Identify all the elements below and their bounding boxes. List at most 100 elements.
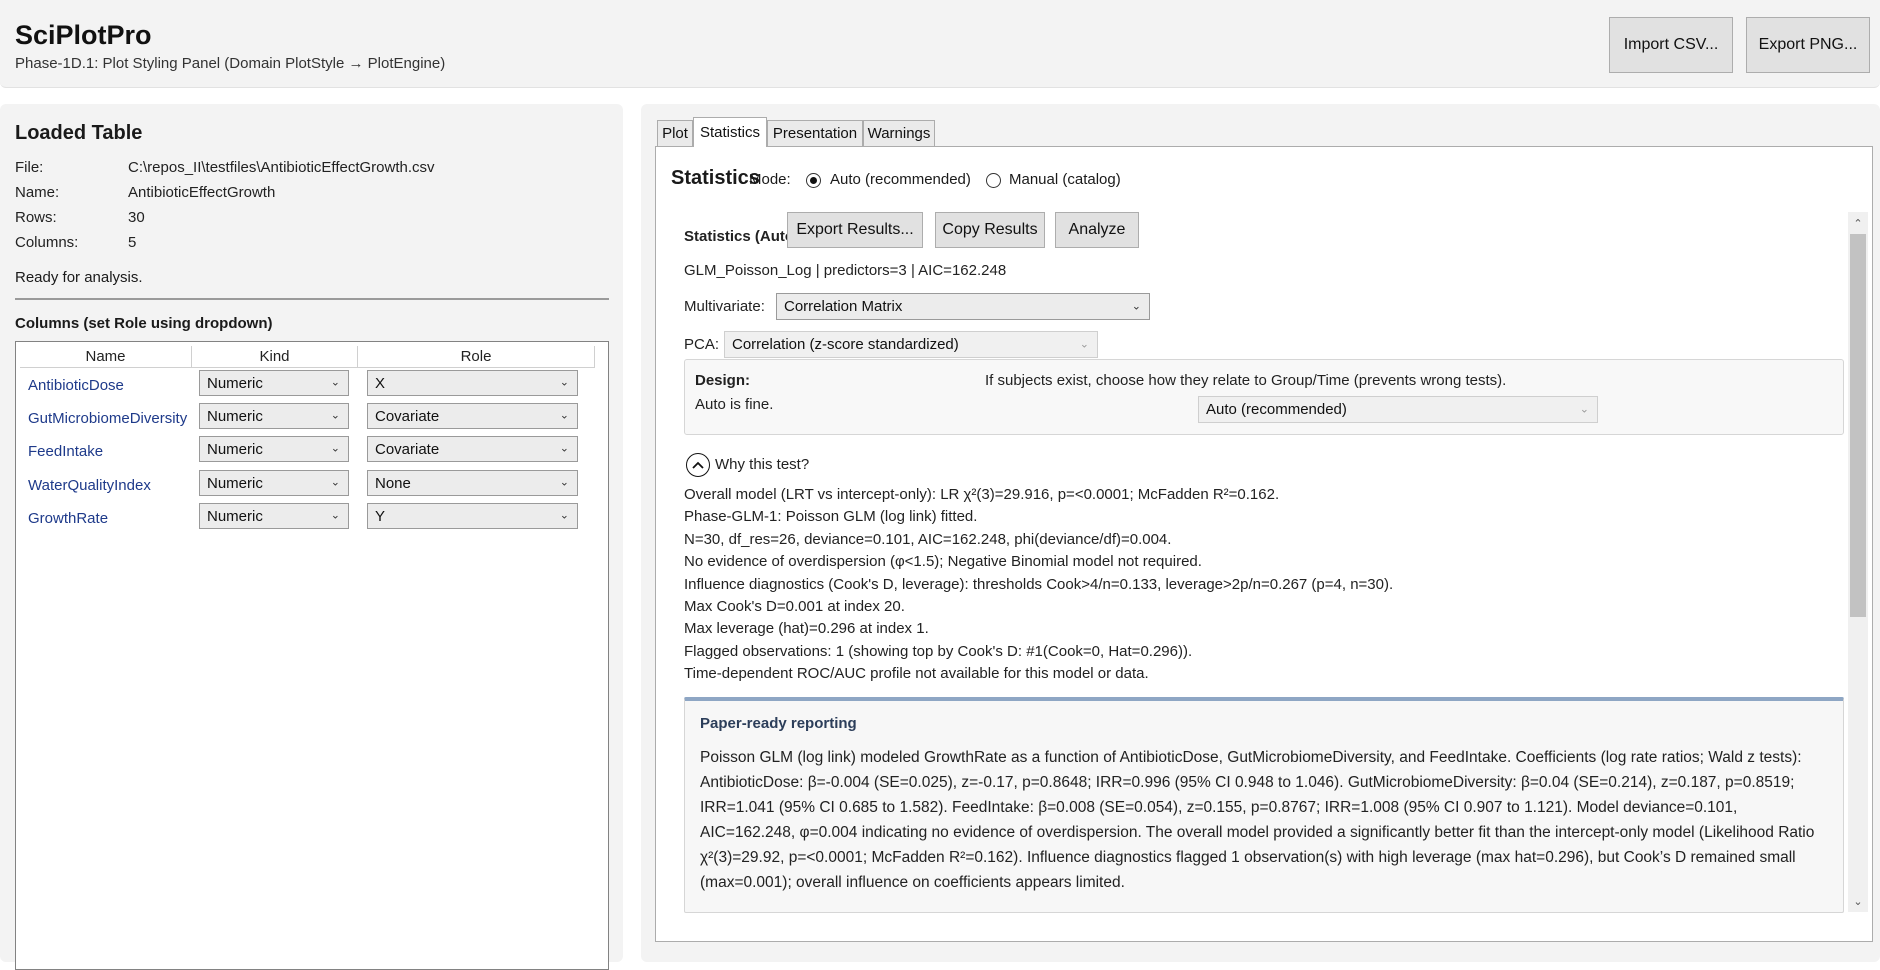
role-value: Y (375, 507, 386, 525)
columns-section-title: Columns (set Role using dropdown) (15, 315, 273, 332)
chevron-down-icon: ⌄ (1579, 402, 1589, 415)
loaded-table-panel: Loaded Table File: C:\repos_II\testfiles… (0, 104, 623, 970)
column-name-cell: FeedIntake (28, 443, 104, 460)
why-line: Phase-GLM-1: Poisson GLM (log link) fitt… (684, 508, 978, 525)
chevron-down-icon: ⌄ (559, 442, 569, 455)
column-name-cell: AntibioticDose (28, 377, 124, 394)
export-results-button[interactable]: Export Results... (787, 212, 923, 248)
statistics-scroll-area: Statistics (Auto) Export Results... Copy… (684, 212, 1844, 932)
chevron-down-icon: ⌄ (559, 476, 569, 489)
file-label: File: (15, 159, 44, 176)
paper-ready-reporting: Paper-ready reporting Poisson GLM (log l… (684, 697, 1844, 913)
role-dropdown[interactable]: Y ⌄ (367, 503, 578, 529)
columns-grid: Name Kind Role AntibioticDose Numeric ⌄ … (15, 341, 609, 970)
paper-ready-title: Paper-ready reporting (700, 715, 857, 732)
analyze-button[interactable]: Analyze (1055, 212, 1139, 248)
why-line: Flagged observations: 1 (showing top by … (684, 643, 1193, 660)
tab-presentation[interactable]: Presentation (767, 120, 863, 146)
mode-manual-radio[interactable] (986, 173, 1001, 188)
name-value: AntibioticEffectGrowth (128, 184, 276, 201)
role-dropdown[interactable]: Covariate ⌄ (367, 403, 578, 429)
column-header-name[interactable]: Name (20, 346, 192, 368)
chevron-down-icon: ⌄ (559, 409, 569, 422)
design-note: Auto is fine. (695, 396, 774, 413)
column-header-kind[interactable]: Kind (192, 346, 358, 368)
kind-value: Numeric (207, 407, 263, 425)
multivariate-label: Multivariate: (684, 298, 765, 315)
chevron-up-icon (692, 461, 704, 469)
kind-value: Numeric (207, 507, 263, 525)
role-value: Covariate (375, 440, 440, 458)
kind-value: Numeric (207, 474, 263, 492)
kind-dropdown[interactable]: Numeric ⌄ (199, 403, 349, 429)
why-line: Overall model (LRT vs intercept-only): L… (684, 486, 1280, 503)
name-label: Name: (15, 184, 60, 201)
pca-dropdown[interactable]: Correlation (z-score standardized) ⌄ (724, 331, 1098, 358)
analysis-panel: Plot Statistics Presentation Warnings St… (641, 104, 1880, 962)
scroll-up-arrow-icon[interactable]: ⌃ (1848, 214, 1868, 232)
chevron-down-icon: ⌄ (330, 509, 340, 522)
role-value: Covariate (375, 407, 440, 425)
chevron-up-circle-icon[interactable] (686, 453, 710, 477)
kind-dropdown[interactable]: Numeric ⌄ (199, 503, 349, 529)
columns-value: 5 (128, 234, 137, 251)
mode-manual-label[interactable]: Manual (catalog) (1009, 171, 1121, 188)
role-dropdown[interactable]: X ⌄ (367, 370, 578, 396)
statistics-title: Statistics (671, 167, 760, 189)
why-line: Max leverage (hat)=0.296 at index 1. (684, 620, 929, 637)
role-dropdown[interactable]: None ⌄ (367, 470, 578, 496)
pca-value: Correlation (z-score standardized) (732, 336, 959, 353)
kind-value: Numeric (207, 440, 263, 458)
file-value: C:\repos_II\testfiles\AntibioticEffectGr… (128, 159, 435, 176)
mode-label: Mode: (749, 171, 791, 188)
column-name-cell: GutMicrobiomeDiversity (28, 410, 188, 427)
role-dropdown[interactable]: Covariate ⌄ (367, 436, 578, 462)
chevron-down-icon: ⌄ (1131, 299, 1141, 312)
mode-auto-label[interactable]: Auto (recommended) (830, 171, 971, 188)
why-line: Time-dependent ROC/AUC profile not avail… (684, 665, 1149, 682)
design-hint: If subjects exist, choose how they relat… (985, 372, 1507, 389)
scrollbar-thumb[interactable] (1850, 234, 1866, 617)
statistics-tab-content: Statistics Mode: Auto (recommended) Manu… (655, 146, 1873, 942)
design-title: Design: (695, 372, 751, 389)
mode-auto-radio[interactable] (806, 173, 821, 188)
loaded-table-title: Loaded Table (15, 122, 143, 144)
why-line: Max Cook's D=0.001 at index 20. (684, 598, 905, 615)
statistics-auto-header: Statistics (Auto) (684, 228, 800, 245)
why-line: Influence diagnostics (Cook's D, leverag… (684, 576, 1394, 593)
multivariate-dropdown[interactable]: Correlation Matrix ⌄ (776, 293, 1150, 320)
role-value: None (375, 474, 411, 492)
tab-plot[interactable]: Plot (657, 120, 693, 146)
why-line: N=30, df_res=26, deviance=0.101, AIC=162… (684, 531, 1172, 548)
kind-dropdown[interactable]: Numeric ⌄ (199, 470, 349, 496)
scroll-down-arrow-icon[interactable]: ⌄ (1848, 892, 1868, 910)
column-header-role[interactable]: Role (358, 346, 595, 368)
paper-ready-text: Poisson GLM (log link) modeled GrowthRat… (700, 749, 1815, 891)
rows-value: 30 (128, 209, 145, 226)
design-section: Design: Auto is fine. If subjects exist,… (684, 359, 1844, 435)
tab-statistics[interactable]: Statistics (693, 117, 767, 147)
pca-label: PCA: (684, 336, 720, 353)
design-value: Auto (recommended) (1206, 401, 1347, 418)
import-csv-button[interactable]: Import CSV... (1609, 17, 1733, 73)
divider (15, 298, 609, 300)
vertical-scrollbar[interactable]: ⌃ ⌄ (1848, 212, 1868, 912)
status-text: Ready for analysis. (15, 269, 143, 286)
copy-results-button[interactable]: Copy Results (935, 212, 1045, 248)
chevron-down-icon: ⌄ (330, 476, 340, 489)
chevron-down-icon: ⌄ (1079, 337, 1089, 350)
kind-dropdown[interactable]: Numeric ⌄ (199, 370, 349, 396)
chevron-down-icon: ⌄ (330, 442, 340, 455)
columns-label: Columns: (15, 234, 79, 251)
app-title: SciPlotPro (15, 20, 152, 50)
chevron-down-icon: ⌄ (330, 409, 340, 422)
column-name-cell: WaterQualityIndex (28, 477, 151, 494)
export-png-button[interactable]: Export PNG... (1746, 17, 1870, 73)
kind-dropdown[interactable]: Numeric ⌄ (199, 436, 349, 462)
why-this-test-toggle[interactable]: Why this test? (715, 456, 809, 473)
design-dropdown[interactable]: Auto (recommended) ⌄ (1198, 396, 1598, 423)
kind-value: Numeric (207, 374, 263, 392)
chevron-down-icon: ⌄ (330, 376, 340, 389)
app-header: SciPlotPro Phase-1D.1: Plot Styling Pane… (0, 0, 1880, 88)
tab-warnings[interactable]: Warnings (863, 120, 935, 146)
